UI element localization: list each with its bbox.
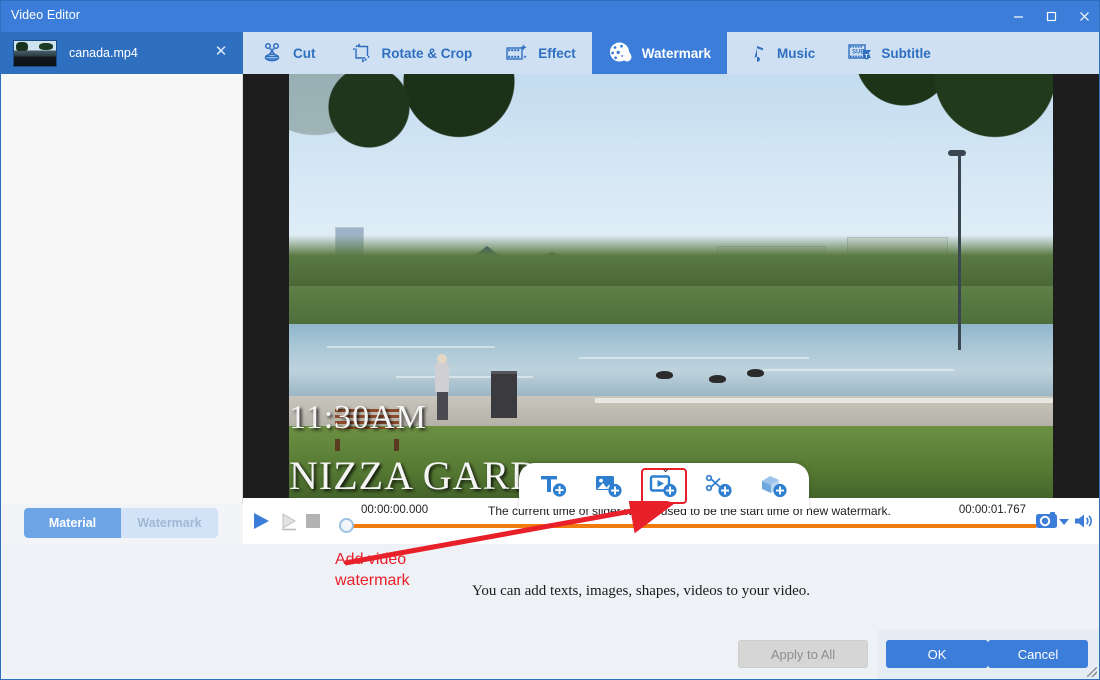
annotation-label: Add video watermark	[335, 551, 410, 589]
snapshot-dropdown-caret-icon[interactable]	[1059, 519, 1069, 525]
step-forward-icon[interactable]	[279, 511, 299, 536]
material-watermark-tabs: Material Watermark	[24, 508, 218, 538]
title-bar: Video Editor	[1, 1, 1099, 32]
tab-watermark[interactable]: Watermark	[591, 32, 728, 74]
tab-music-label: Music	[777, 45, 816, 61]
file-tab-label: canada.mp4	[69, 46, 138, 60]
video-editor-window: Video Editor canada.mp4 ✕ Cut Rotate & C…	[0, 0, 1100, 680]
tab-music[interactable]: Music	[727, 32, 831, 74]
ok-button[interactable]: OK	[886, 640, 988, 668]
material-panel	[2, 74, 243, 504]
video-overlay-text-line1: 11:30AM	[289, 399, 427, 436]
file-thumbnail	[13, 39, 57, 67]
cancel-button[interactable]: Cancel	[988, 640, 1088, 668]
file-close-icon[interactable]: ✕	[213, 44, 229, 59]
watermark-toolbar-collapse-icon[interactable]: ⌄	[661, 464, 670, 475]
bird-2	[709, 375, 727, 384]
tab-effect-label: Effect	[538, 45, 576, 61]
person-walking	[434, 353, 450, 420]
dialog-action-bar: Apply to All OK Cancel	[2, 630, 1099, 679]
park-bench-legs	[334, 438, 399, 451]
trash-bin	[491, 370, 518, 418]
current-time-label: 00:00:00.000	[361, 504, 429, 516]
timeline-track[interactable]	[347, 524, 1037, 528]
tab-subtitle-label: Subtitle	[881, 45, 931, 61]
tab-cut[interactable]: Cut	[243, 32, 332, 74]
add-image-watermark-button[interactable]	[586, 468, 632, 504]
bird-3	[747, 368, 765, 377]
scissors-icon	[259, 40, 285, 66]
add-text-watermark-button[interactable]	[531, 468, 577, 504]
window-title: Video Editor	[11, 8, 81, 22]
panel-tab-material[interactable]: Material	[24, 508, 121, 538]
tab-watermark-label: Watermark	[641, 45, 712, 61]
window-controls	[1002, 1, 1099, 32]
effect-icon	[504, 40, 530, 66]
stop-icon[interactable]	[306, 514, 320, 528]
maximize-icon[interactable]	[1035, 1, 1068, 32]
music-note-icon	[743, 40, 769, 66]
video-overlay-text-line2: NIZZA GARD	[289, 453, 541, 498]
video-preview-stage[interactable]: 11:30AM NIZZA GARD	[243, 74, 1099, 498]
tree-canopy-right	[813, 74, 1053, 174]
tab-effect[interactable]: Effect	[488, 32, 592, 74]
total-time-label: 00:00:01.767	[958, 504, 1026, 516]
volume-icon[interactable]	[1073, 512, 1095, 535]
water-region	[289, 324, 1053, 397]
rotate-crop-icon	[348, 40, 374, 66]
tab-subtitle[interactable]: SUB T Subtitle	[831, 32, 947, 74]
tab-rotate-crop-label: Rotate & Crop	[381, 45, 473, 61]
panel-description: You can add texts, images, shapes, video…	[472, 583, 811, 599]
subtitle-icon: SUB T	[847, 40, 873, 66]
lamp-post	[958, 154, 962, 350]
minimize-icon[interactable]	[1002, 1, 1035, 32]
add-shape-watermark-button[interactable]	[696, 468, 742, 504]
toolbar-tab-strip: canada.mp4 ✕ Cut Rotate & Crop Effect Wa…	[1, 32, 1099, 74]
tab-cut-label: Cut	[293, 45, 316, 61]
panel-tab-watermark[interactable]: Watermark	[121, 508, 218, 538]
file-tab-canada[interactable]: canada.mp4 ✕	[1, 32, 243, 74]
tree-canopy-left	[289, 74, 579, 226]
add-3d-watermark-button[interactable]	[751, 468, 797, 504]
close-icon[interactable]	[1068, 1, 1099, 32]
bird-1	[655, 370, 673, 379]
play-icon[interactable]	[251, 511, 271, 536]
tab-rotate-crop[interactable]: Rotate & Crop	[332, 32, 489, 74]
apply-to-all-button[interactable]: Apply to All	[738, 640, 868, 668]
editor-tabs: Cut Rotate & Crop Effect Watermark Music…	[243, 32, 947, 74]
railing	[594, 398, 1053, 404]
bottom-panel: You can add texts, images, shapes, video…	[2, 544, 1099, 679]
snapshot-camera-icon[interactable]	[1035, 510, 1059, 535]
resize-grip-icon[interactable]	[1087, 667, 1097, 677]
watermark-icon	[608, 40, 634, 66]
timeline-slider-handle[interactable]	[339, 518, 354, 533]
